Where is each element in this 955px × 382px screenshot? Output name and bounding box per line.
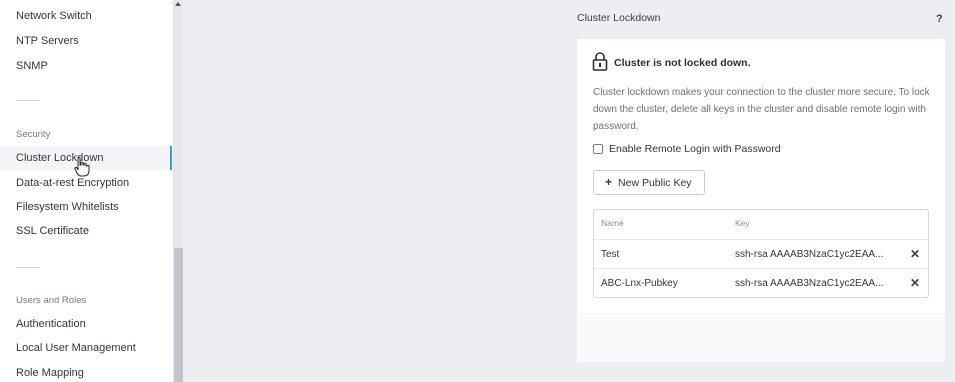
sidebar-item-ntp-servers[interactable]: NTP Servers: [0, 29, 172, 53]
close-icon[interactable]: ✕: [910, 269, 920, 298]
key-name-cell: Test: [601, 249, 620, 260]
scroll-up-arrow-icon[interactable]: [175, 2, 181, 6]
sidebar-divider: [16, 100, 40, 101]
column-header-name: Name: [601, 218, 624, 228]
sidebar-section-users-and-roles: Users and Roles: [16, 295, 87, 306]
sidebar-item-network-switch[interactable]: Network Switch: [0, 4, 172, 28]
public-keys-table: Name Key Test ssh-rsa AAAAB3NzaC1yc2EAA.…: [593, 209, 929, 298]
lockdown-status: Cluster is not locked down.: [614, 57, 751, 69]
table-row: Test ssh-rsa AAAAB3NzaC1yc2EAA... ✕: [594, 239, 928, 268]
settings-sidebar: Network Switch NTP Servers SNMP Security…: [0, 0, 173, 382]
sidebar-scrollbar-thumb[interactable]: [174, 248, 183, 382]
close-icon[interactable]: ✕: [910, 240, 920, 269]
lock-icon: [592, 52, 608, 71]
page-title: Cluster Lockdown: [577, 12, 661, 24]
key-value-cell: ssh-rsa AAAAB3NzaC1yc2EAA...: [735, 249, 884, 260]
sidebar-item-snmp[interactable]: SNMP: [0, 54, 172, 78]
new-public-key-button[interactable]: + New Public Key: [593, 170, 705, 195]
lockdown-description: Cluster lockdown makes your connection t…: [593, 87, 930, 132]
sidebar-item-role-mapping[interactable]: Role Mapping: [0, 361, 172, 382]
sidebar-item-local-user-management[interactable]: Local User Management: [0, 336, 172, 360]
panel-footer: [577, 313, 945, 362]
sidebar-divider: [16, 267, 40, 268]
sidebar-item-authentication[interactable]: Authentication: [0, 312, 172, 336]
remote-login-checkbox-label[interactable]: Enable Remote Login with Password: [609, 143, 781, 155]
sidebar-item-filesystem-whitelists[interactable]: Filesystem Whitelists: [0, 195, 172, 219]
key-value-cell: ssh-rsa AAAAB3NzaC1yc2EAA...: [735, 278, 884, 289]
key-name-cell: ABC-Lnx-Pubkey: [601, 278, 678, 289]
help-icon[interactable]: ?: [936, 13, 943, 25]
new-public-key-label: New Public Key: [618, 177, 692, 189]
sidebar-item-ssl-certificate[interactable]: SSL Certificate: [0, 219, 172, 243]
sidebar-section-security: Security: [16, 129, 51, 140]
hand-pointer-icon: [74, 157, 90, 177]
column-header-key: Key: [735, 218, 750, 228]
plus-icon: +: [605, 175, 613, 189]
remote-login-checkbox[interactable]: [593, 144, 603, 154]
cluster-lockdown-panel: Cluster is not locked down. Cluster lock…: [577, 39, 945, 362]
table-row: ABC-Lnx-Pubkey ssh-rsa AAAAB3NzaC1yc2EAA…: [594, 268, 928, 297]
